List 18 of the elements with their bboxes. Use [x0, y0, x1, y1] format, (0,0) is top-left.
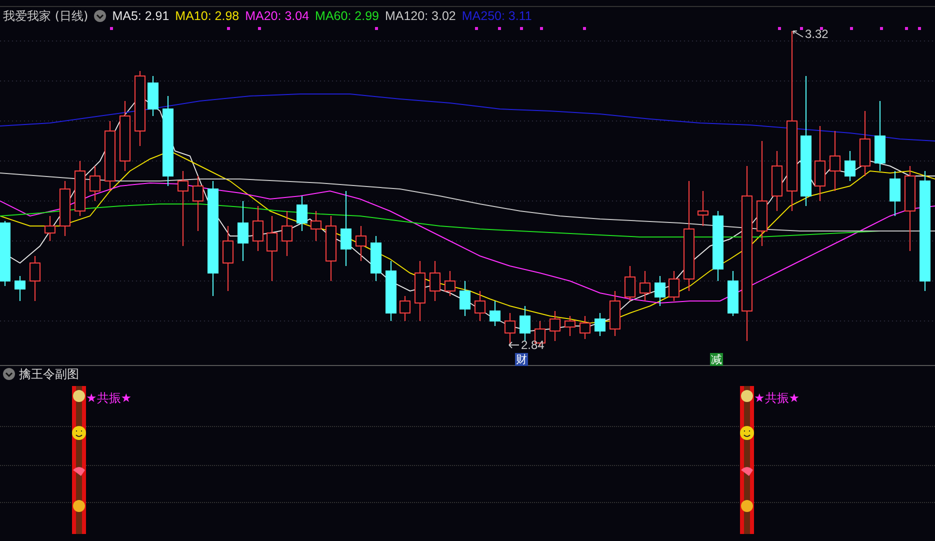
indicator-panel-title: 擒王令副图 — [19, 366, 79, 382]
low-price-label: 2.84 — [521, 338, 544, 352]
pointer-arrow-icon — [508, 341, 520, 349]
signal-marker: 财 — [515, 353, 528, 366]
moving-average-label: MA5: 2.91 — [112, 9, 170, 23]
chart-title: 我爱我家 (日线) — [3, 8, 88, 24]
signal-marker: 减 — [710, 353, 723, 366]
collapse-icon[interactable] — [3, 368, 15, 380]
resonance-label: ★共振★ — [86, 390, 132, 407]
high-price-label: 3.32 — [805, 27, 828, 41]
moving-average-label: MA20: 3.04 — [245, 9, 310, 23]
moving-average-label: MA250: 3.11 — [462, 9, 532, 23]
moving-average-label: MA120: 3.02 — [384, 9, 456, 23]
moving-average-label: MA60: 2.99 — [315, 9, 379, 23]
collapse-icon[interactable] — [94, 10, 106, 22]
resonance-label: ★共振★ — [754, 390, 800, 407]
moving-average-label: MA10: 2.98 — [175, 9, 240, 23]
pointer-arrow-icon — [792, 30, 804, 38]
